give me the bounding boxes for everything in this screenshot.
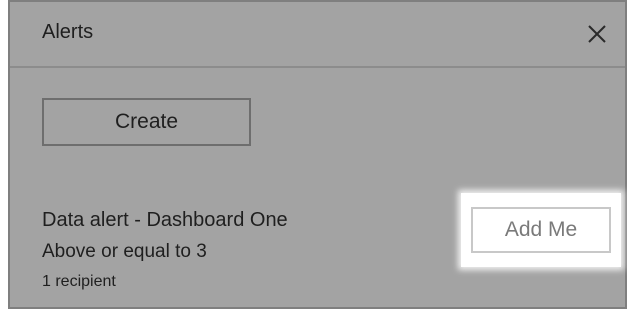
alerts-header: Alerts	[10, 2, 625, 68]
panel-title: Alerts	[42, 21, 94, 43]
create-button[interactable]: Create	[42, 98, 251, 146]
alert-recipients: 1 recipient	[42, 273, 116, 290]
alert-condition: Above or equal to 3	[42, 241, 207, 262]
close-button[interactable]	[583, 20, 611, 48]
alert-title: Data alert - Dashboard One	[42, 209, 288, 231]
alerts-panel: Alerts Create Data alert - Dashboard One…	[8, 0, 627, 309]
add-me-button[interactable]: Add Me	[471, 207, 611, 253]
add-me-highlight: Add Me	[461, 193, 621, 267]
close-icon	[588, 25, 606, 43]
